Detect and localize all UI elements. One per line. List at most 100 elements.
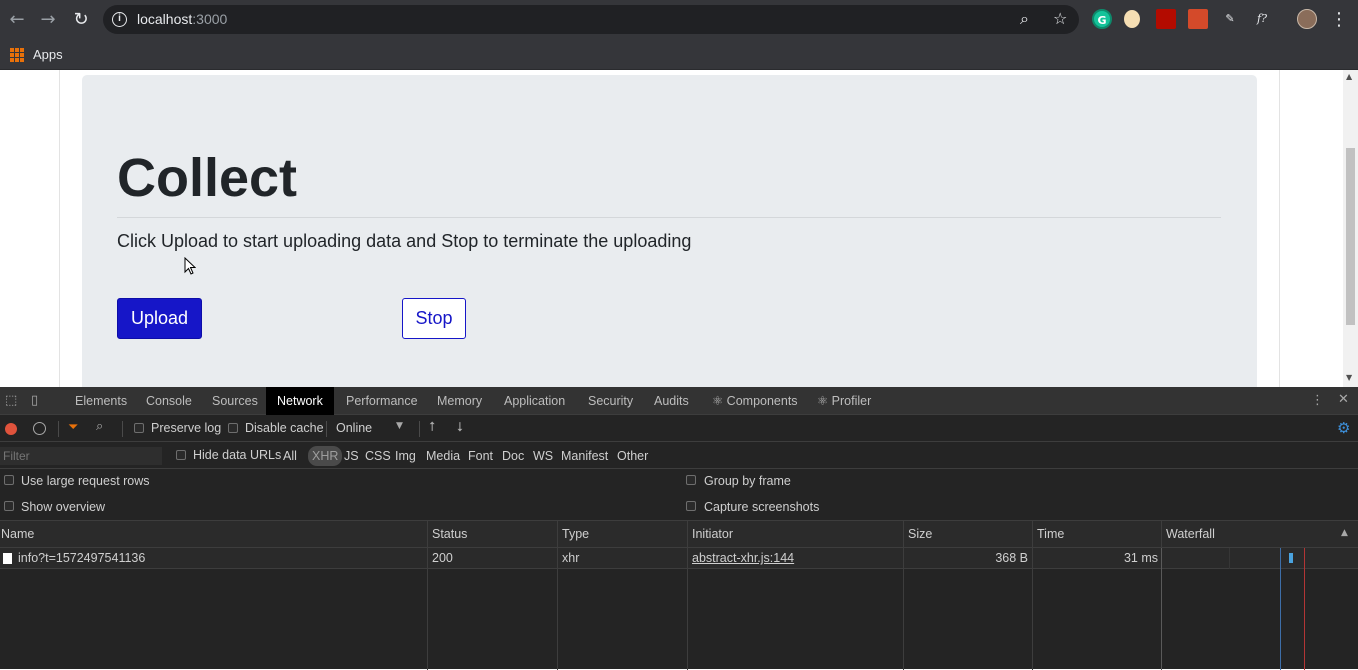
site-info-icon[interactable]: i [112,12,127,27]
tab-performance[interactable]: Performance [335,387,429,415]
clear-icon[interactable] [33,422,46,435]
export-har-icon[interactable]: ⭣ [457,420,463,435]
zoom-icon[interactable]: ⌕ [1020,9,1029,29]
close-devtools-icon[interactable]: ✕ [1338,392,1349,407]
pen-extension-icon[interactable]: ✎ [1220,9,1240,29]
column-waterfall[interactable]: Waterfall [1162,521,1358,548]
hide-data-urls-label: Hide data URLs [193,448,282,462]
page-scrollbar[interactable]: ▲ ▼ [1343,70,1358,387]
avatar[interactable] [1297,9,1317,29]
chevron-down-icon[interactable]: ▼ [396,421,403,431]
extension-icon-2[interactable] [1188,9,1208,29]
filter-input[interactable] [0,447,162,465]
column-divider [1161,548,1162,670]
devtools-menu-icon[interactable]: ⋮ [1311,393,1324,408]
hide-data-urls-checkbox[interactable] [176,450,186,460]
device-toolbar-icon[interactable]: ▯ [31,393,38,408]
address-bar[interactable]: i localhost:3000 ⌕ ☆ [103,5,1079,34]
forward-icon[interactable]: → [36,8,60,32]
bookmarks-bar: Apps [0,40,1358,70]
filter-type-img[interactable]: Img [391,446,420,466]
inspect-element-icon[interactable]: ⬚ [5,393,17,408]
reload-icon[interactable]: ↻ [69,8,93,32]
page-viewport: Collect Click Upload to start uploading … [0,70,1358,387]
filter-type-xhr[interactable]: XHR [308,446,343,466]
column-name[interactable]: Name [0,521,428,548]
preserve-log-checkbox[interactable] [134,423,144,433]
filter-type-doc[interactable]: Doc [498,446,528,466]
formula-extension-icon[interactable]: f? [1252,9,1272,29]
tab-components[interactable]: ⚛ Components [701,387,809,415]
gear-icon[interactable]: ⚙ [1337,419,1350,437]
waterfall-grid-line [1229,548,1230,569]
filter-type-media[interactable]: Media [422,446,464,466]
mouse-cursor-icon [184,257,196,275]
column-status[interactable]: Status [428,521,558,548]
column-divider [427,548,428,670]
tab-console[interactable]: Console [135,387,203,415]
import-har-icon[interactable]: ⭡ [429,420,435,435]
capture-screenshots-label: Capture screenshots [704,500,820,514]
group-by-frame-checkbox[interactable] [686,475,696,485]
scroll-up-icon[interactable]: ▲ [1346,72,1352,81]
tab-profiler[interactable]: ⚛ Profiler [806,387,882,415]
back-icon[interactable]: ← [5,8,29,32]
tab-memory[interactable]: Memory [426,387,493,415]
column-initiator[interactable]: Initiator [688,521,904,548]
waterfall-domcontentloaded-line [1280,548,1281,670]
sort-ascending-icon[interactable]: ▲ [1341,528,1348,538]
file-icon [3,553,12,564]
separator [326,421,327,437]
pdf-extension-icon[interactable] [1156,9,1176,29]
request-name[interactable]: info?t=1572497541136 [18,548,145,569]
column-type[interactable]: Type [558,521,688,548]
column-divider [1032,548,1033,670]
filter-type-css[interactable]: CSS [361,446,395,466]
separator [122,421,123,437]
devtools-panel: ⬚ ▯ Elements Console Sources Network Per… [0,387,1358,670]
network-toolbar: ⏷ ⌕ Preserve log Disable cache Online ▼ … [0,415,1358,442]
scroll-thumb[interactable] [1346,148,1355,325]
table-row[interactable]: info?t=1572497541136 200 xhr abstract-xh… [0,548,1358,569]
column-divider [557,548,558,670]
filter-type-manifest[interactable]: Manifest [557,446,612,466]
apps-bookmark[interactable]: Apps [33,47,63,62]
request-type: xhr [562,551,580,565]
tab-network[interactable]: Network [266,387,334,415]
jumbotron: Collect Click Upload to start uploading … [82,75,1257,387]
tab-elements[interactable]: Elements [64,387,138,415]
large-rows-checkbox[interactable] [4,475,14,485]
large-rows-label: Use large request rows [21,474,150,488]
throttling-select[interactable]: Online [336,421,372,435]
tab-audits[interactable]: Audits [643,387,700,415]
filter-icon[interactable]: ⏷ [68,420,78,435]
filter-type-other[interactable]: Other [613,446,652,466]
capture-screenshots-checkbox[interactable] [686,501,696,511]
search-icon[interactable]: ⌕ [96,419,103,434]
container-edge-right [1279,70,1280,387]
scroll-down-icon[interactable]: ▼ [1346,373,1352,382]
apps-grid-icon[interactable] [10,48,24,62]
stop-button[interactable]: Stop [402,298,466,339]
grammarly-extension-icon[interactable]: G [1092,9,1112,29]
column-time[interactable]: Time [1033,521,1162,548]
tab-sources[interactable]: Sources [201,387,269,415]
upload-button[interactable]: Upload [117,298,202,339]
column-size[interactable]: Size [904,521,1033,548]
show-overview-checkbox[interactable] [4,501,14,511]
browser-toolbar: ← → ↻ i localhost:3000 ⌕ ☆ G ✎ f? ⋮ [0,0,1358,40]
disable-cache-checkbox[interactable] [228,423,238,433]
filter-type-js[interactable]: JS [340,446,363,466]
record-icon[interactable] [5,423,17,435]
filter-type-font[interactable]: Font [464,446,497,466]
filter-type-ws[interactable]: WS [529,446,557,466]
bookmark-star-icon[interactable]: ☆ [1053,9,1067,28]
waterfall-load-line [1304,548,1305,670]
menu-kebab-icon[interactable]: ⋮ [1327,8,1351,32]
extension-icon[interactable] [1124,10,1140,28]
tab-application[interactable]: Application [493,387,576,415]
request-initiator-link[interactable]: abstract-xhr.js:144 [692,548,794,569]
filter-type-all[interactable]: All [279,446,301,466]
tab-security[interactable]: Security [577,387,644,415]
request-table-header: Name Status Type Initiator Size Time Wat… [0,521,1358,548]
